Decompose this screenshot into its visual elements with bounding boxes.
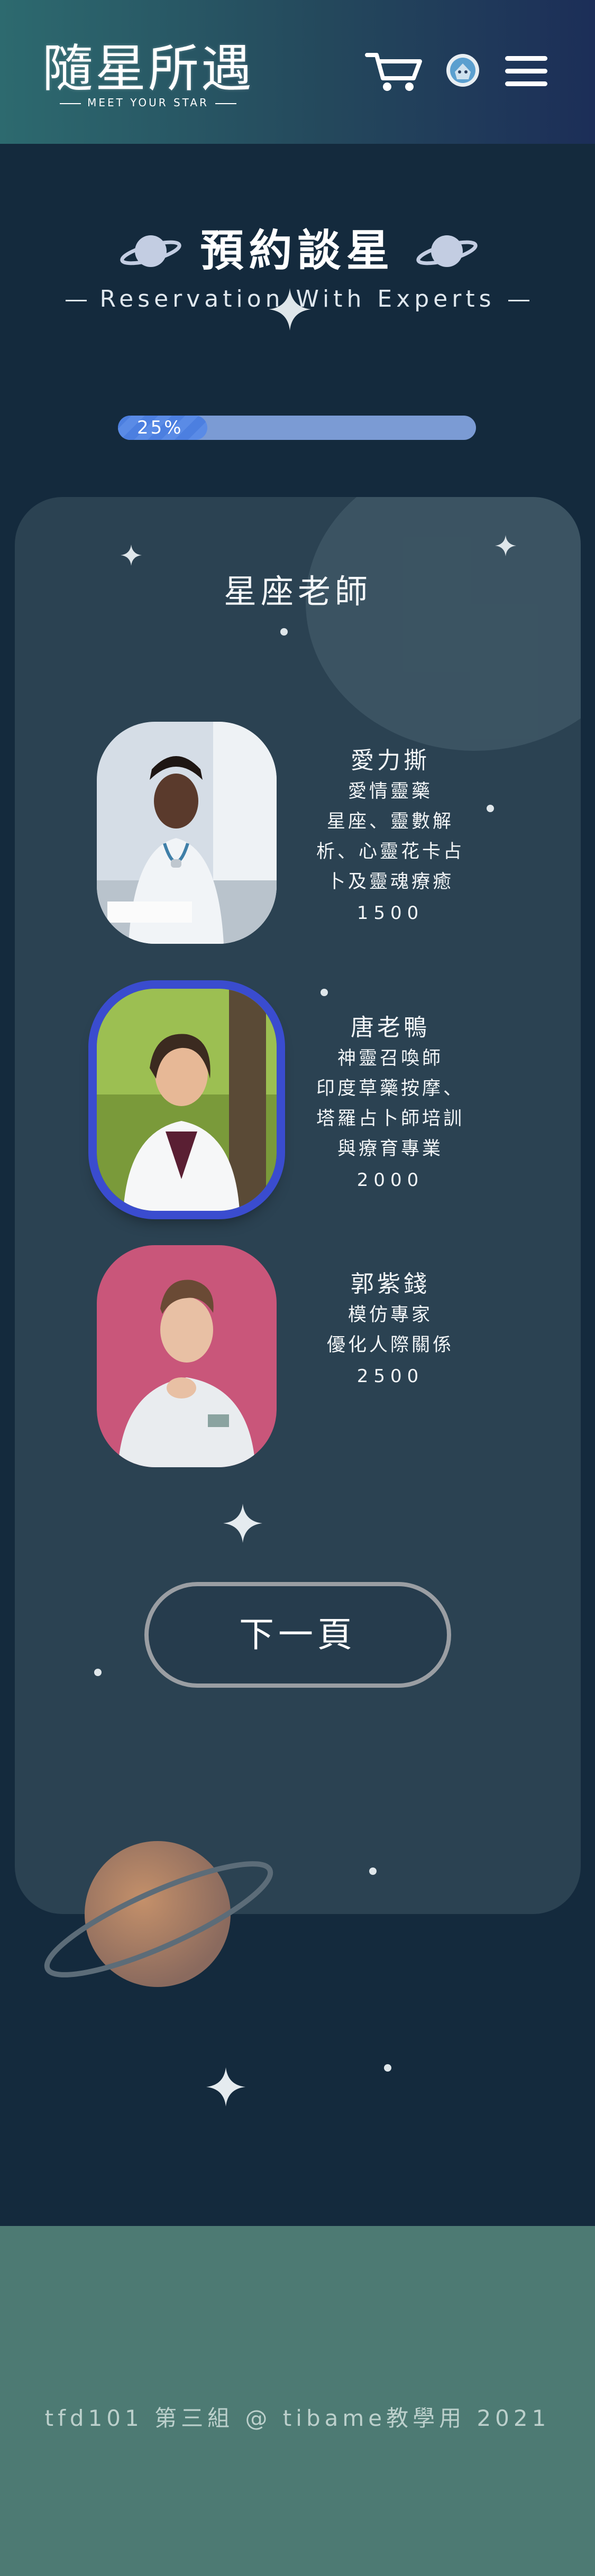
- next-page-button[interactable]: 下一頁: [144, 1582, 451, 1688]
- teacher-photo: [97, 1245, 277, 1467]
- sparkle-icon: [121, 545, 142, 566]
- teacher-name: 郭紫錢: [351, 1271, 430, 1298]
- sparkle-icon: [223, 1504, 262, 1543]
- sparkle-icon: [495, 535, 516, 556]
- planet-icon: [416, 235, 478, 267]
- teacher-specialty: 卜及靈魂療癒: [326, 871, 454, 893]
- progress-label: 25%: [137, 417, 184, 438]
- teacher-item-selected[interactable]: 唐老鴨 神靈召喚師 印度草藥按摩、 塔羅占卜師培訓 與療育專業 2000: [97, 989, 499, 1216]
- page-title: 預約談星: [200, 226, 395, 276]
- teacher-price: 2000: [356, 1170, 424, 1191]
- teacher-specialty: 優化人際關係: [326, 1335, 454, 1356]
- teacher-specialty: 神靈召喚師: [337, 1048, 443, 1069]
- teacher-specialty: 模仿專家: [347, 1304, 433, 1326]
- teacher-specialty: 塔羅占卜師培訓: [316, 1108, 464, 1129]
- header: 隨星所遇 MEET YOUR STAR: [0, 0, 595, 144]
- teacher-item[interactable]: 愛力撕 愛情靈藥 星座、靈數解 析、心靈花卡占 卜及靈魂療癒 1500: [97, 722, 499, 949]
- footer-text: tfd101 第三組 @ tibame教學用 2021: [44, 2405, 551, 2431]
- logo-tagline: MEET YOUR STAR: [37, 96, 259, 109]
- teacher-photo: [97, 989, 277, 1211]
- user-avatar-icon[interactable]: [445, 53, 480, 88]
- teacher-specialty: 星座、靈數解: [326, 811, 454, 832]
- teacher-price: 1500: [356, 903, 424, 924]
- sparkle-icon: [206, 2067, 245, 2106]
- teacher-info: 唐老鴨 神靈召喚師 印度草藥按摩、 塔羅占卜師培訓 與療育專業 2000: [292, 1012, 488, 1196]
- logo[interactable]: 隨星所遇 MEET YOUR STAR: [37, 37, 259, 111]
- teacher-photo: [97, 722, 277, 944]
- teacher-price: 2500: [356, 1366, 424, 1387]
- teacher-name: 唐老鴨: [351, 1014, 430, 1041]
- teacher-info: 愛力撕 愛情靈藥 星座、靈數解 析、心靈花卡占 卜及靈魂療癒 1500: [292, 745, 488, 929]
- section-title: 星座老師: [223, 572, 372, 611]
- sparkle-icon: [269, 288, 311, 330]
- teacher-info: 郭紫錢 模仿專家 優化人際關係 2500: [292, 1268, 488, 1392]
- teacher-specialty: 印度草藥按摩、: [316, 1078, 464, 1099]
- teacher-specialty: 析、心靈花卡占: [316, 841, 464, 862]
- saturn-planet-icon: [44, 1841, 273, 1987]
- logo-text: 隨星所遇: [42, 39, 254, 98]
- page-title-row: 預約談星: [0, 222, 595, 280]
- teacher-name: 愛力撕: [351, 747, 430, 774]
- progress-bar: 25%: [118, 416, 476, 440]
- teacher-specialty: 愛情靈藥: [347, 781, 433, 802]
- shopping-cart-icon[interactable]: [365, 51, 424, 93]
- teacher-specialty: 與療育專業: [337, 1138, 443, 1160]
- planet-icon: [120, 235, 181, 267]
- teacher-item[interactable]: 郭紫錢 模仿專家 優化人際關係 2500: [97, 1245, 499, 1473]
- teacher-card: 星座老師 愛力撕 愛情靈藥 星座、靈數解 析、心靈花卡占 卜及靈魂療癒 1500: [15, 497, 581, 1914]
- footer: tfd101 第三組 @ tibame教學用 2021: [0, 2226, 595, 2576]
- hamburger-menu-icon[interactable]: [505, 56, 547, 87]
